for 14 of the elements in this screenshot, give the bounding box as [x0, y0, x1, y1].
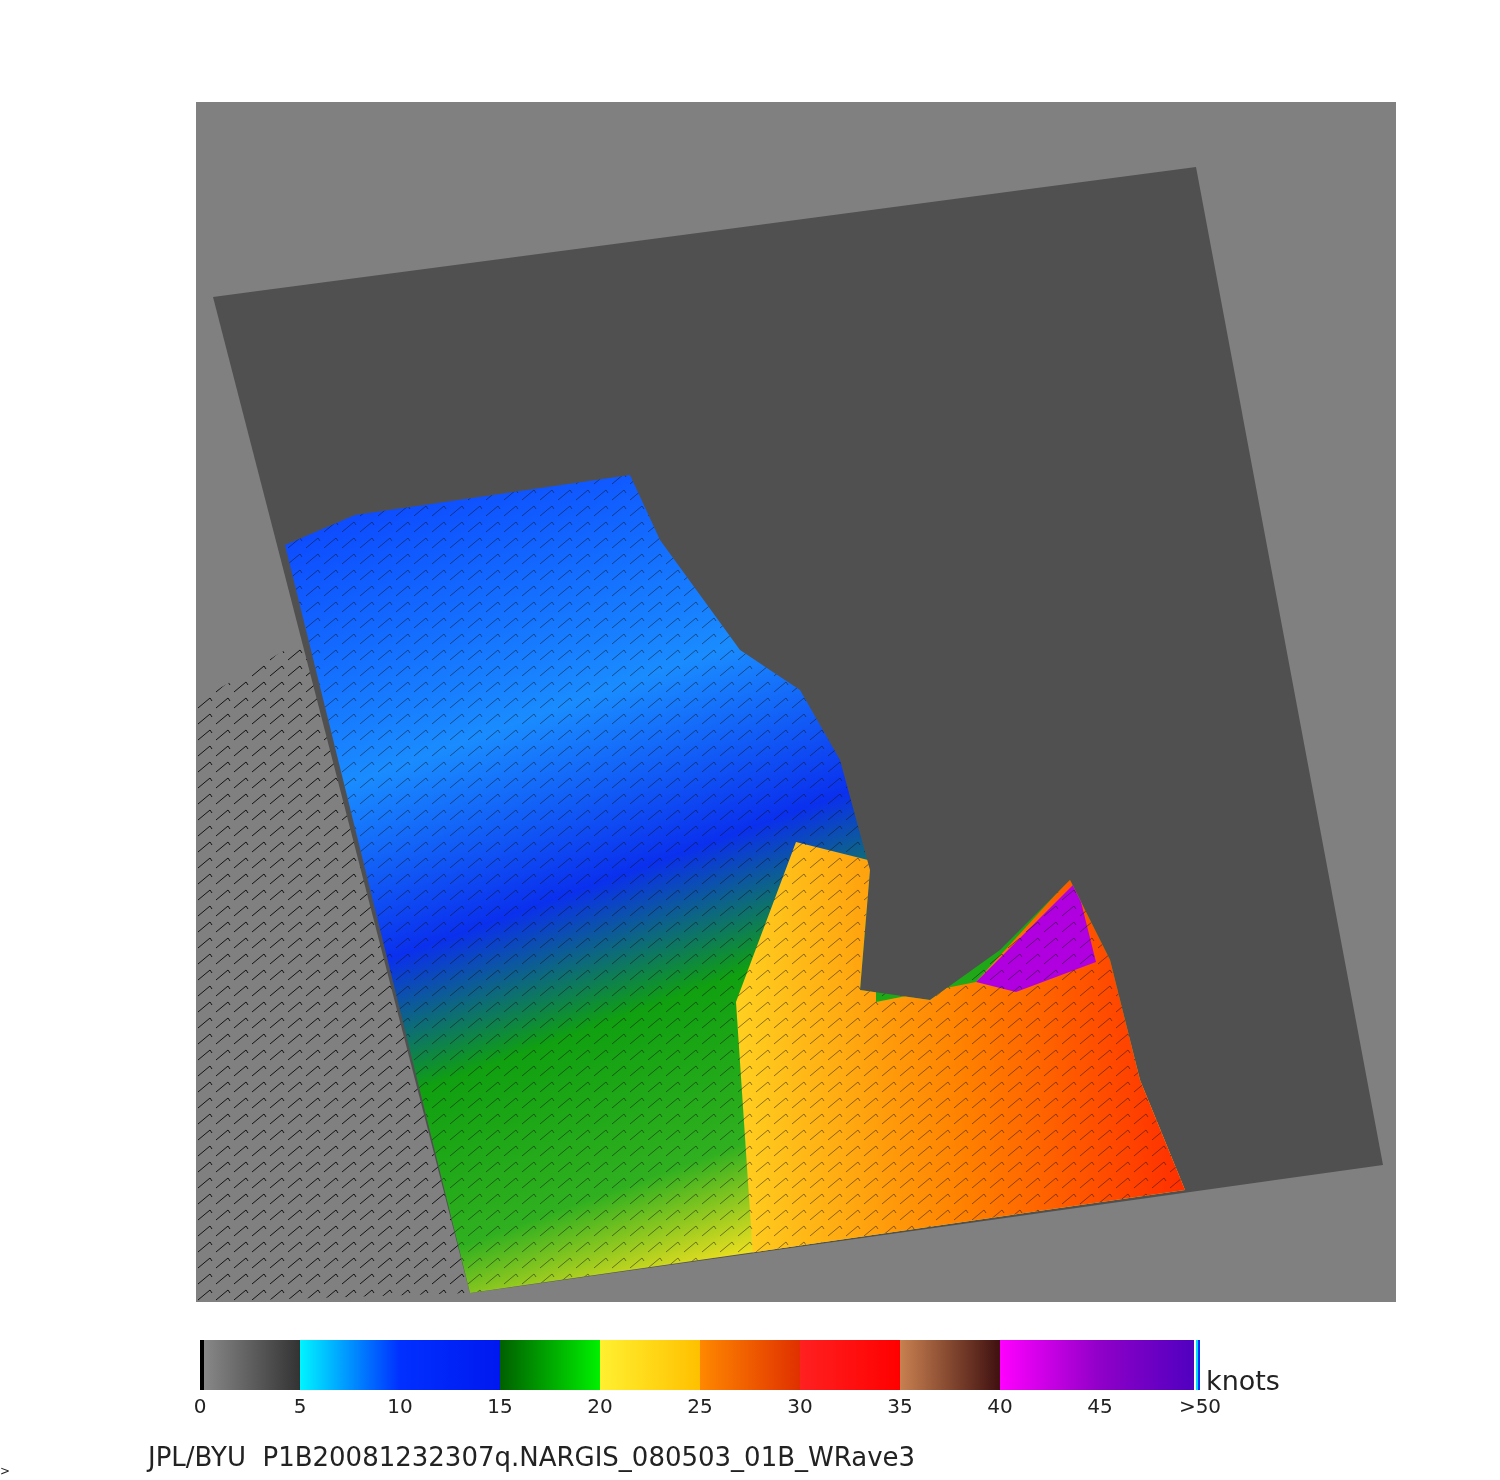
unit-label: knots [1206, 1367, 1280, 1394]
scale-tick-label: 0 [193, 1394, 207, 1418]
corner-mark: > [0, 1464, 11, 1478]
scale-tick-label: >50 [1178, 1394, 1222, 1418]
scale-tick-label: 20 [587, 1394, 613, 1418]
scale-tick-label: 35 [887, 1394, 913, 1418]
scale-tick-label: 40 [987, 1394, 1013, 1418]
scale-tick-label: 5 [293, 1394, 307, 1418]
scale-tick-label: 25 [687, 1394, 713, 1418]
scale-tick-label: 45 [1087, 1394, 1113, 1418]
scale-tick-label: 10 [387, 1394, 413, 1418]
scale-tick-label: 30 [787, 1394, 813, 1418]
caption: JPL/BYU P1B20081232307q.NARGIS_080503_01B_WRave3 [148, 1442, 916, 1472]
scale-tick-label: 15 [487, 1394, 513, 1418]
